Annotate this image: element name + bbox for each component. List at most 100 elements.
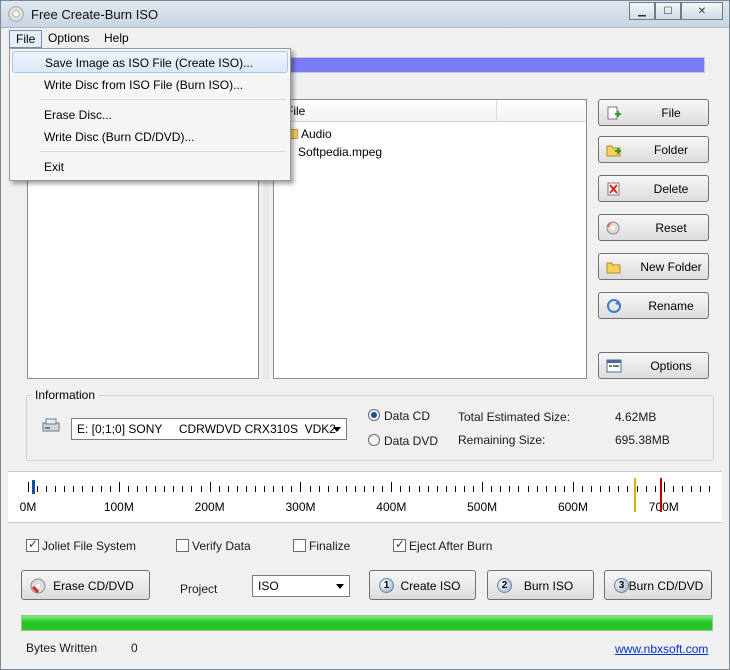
ruler-tick bbox=[354, 486, 356, 492]
title-bar[interactable]: Free Create-Burn ISO ▁ ☐ ✕ bbox=[1, 1, 729, 28]
erase-label: Erase CD/DVD bbox=[53, 579, 134, 593]
options-label: Options bbox=[650, 359, 692, 373]
ruler-tick bbox=[164, 486, 166, 492]
ruler-tick bbox=[409, 486, 411, 492]
capacity-marker bbox=[633, 478, 636, 512]
ruler-tick bbox=[118, 482, 120, 492]
ruler-tick bbox=[73, 486, 75, 492]
list-item[interactable]: Audio bbox=[286, 127, 332, 141]
total-size-value: 4.62MB bbox=[615, 410, 657, 424]
verify-label: Verify Data bbox=[192, 539, 251, 553]
create-iso-label: Create ISO bbox=[400, 579, 461, 593]
burn-cd-label: Burn CD/DVD bbox=[628, 579, 704, 593]
window-title: Free Create-Burn ISO bbox=[31, 7, 159, 22]
add-folder-button[interactable]: Folder bbox=[598, 136, 709, 163]
create-iso-button[interactable]: 1 Create ISO bbox=[369, 570, 476, 600]
file-column-header[interactable]: File bbox=[274, 100, 586, 122]
ruler-tick bbox=[55, 486, 57, 492]
website-link[interactable]: www.nbxsoft.com bbox=[615, 642, 708, 656]
file-menu-dropdown: Save Image as ISO File (Create ISO)... W… bbox=[9, 48, 291, 181]
ruler-tick bbox=[282, 486, 284, 492]
ruler-tick bbox=[37, 486, 39, 492]
data-dvd-radio[interactable] bbox=[368, 434, 380, 446]
menu-item-burn-disc[interactable]: Write Disc (Burn CD/DVD)... bbox=[12, 126, 288, 148]
ruler-tick bbox=[155, 486, 157, 492]
ruler-tick bbox=[709, 486, 711, 492]
add-folder-label: Folder bbox=[653, 143, 688, 157]
menu-file[interactable]: File bbox=[9, 30, 43, 48]
ruler-tick bbox=[427, 486, 429, 492]
ruler-tick bbox=[700, 486, 702, 492]
ruler-tick bbox=[500, 486, 502, 492]
options-button[interactable]: Options bbox=[598, 352, 709, 379]
ruler-tick bbox=[146, 486, 148, 492]
file-list-panel[interactable]: File Audio Softpedia.mpeg bbox=[273, 99, 587, 379]
menu-help[interactable]: Help bbox=[98, 30, 135, 48]
erase-button[interactable]: Erase CD/DVD bbox=[21, 570, 150, 600]
reset-label: Reset bbox=[655, 221, 687, 235]
ruler-tick bbox=[482, 482, 484, 492]
menu-bar: File Options Help bbox=[1, 28, 729, 48]
capacity-ruler: 0M 100M 200M 300M 400M 500M 600M 700M bbox=[8, 471, 722, 523]
ruler-tick bbox=[200, 486, 202, 492]
ruler-tick bbox=[572, 482, 574, 492]
new-folder-button[interactable]: New Folder bbox=[598, 253, 709, 280]
project-select[interactable]: ISO bbox=[252, 575, 350, 597]
menu-separator bbox=[40, 151, 286, 152]
new-folder-icon bbox=[606, 262, 621, 274]
finalize-label: Finalize bbox=[309, 539, 351, 553]
ruler-tick bbox=[454, 486, 456, 492]
list-item-label: Audio bbox=[301, 127, 332, 141]
ruler-tick bbox=[182, 486, 184, 492]
ruler-tick bbox=[264, 486, 266, 492]
burn-progress-bar bbox=[21, 615, 713, 631]
ruler-tick bbox=[691, 486, 693, 492]
ruler-tick bbox=[527, 486, 529, 492]
ruler-tick-label: 700M bbox=[648, 500, 679, 514]
finalize-checkbox[interactable] bbox=[293, 539, 306, 552]
joliet-checkbox[interactable] bbox=[26, 537, 39, 552]
information-legend: Information bbox=[32, 388, 99, 402]
options-window-icon bbox=[606, 359, 622, 373]
menu-item-create-iso[interactable]: Save Image as ISO File (Create ISO)... bbox=[12, 51, 288, 73]
project-label: Project bbox=[180, 582, 218, 596]
data-cd-radio[interactable] bbox=[368, 409, 380, 421]
list-item-label: Softpedia.mpeg bbox=[298, 145, 383, 159]
ruler-tick bbox=[645, 486, 647, 492]
ruler-tick-label: 200M bbox=[194, 500, 225, 514]
remaining-size-value: 695.38MB bbox=[615, 433, 670, 447]
drive-select[interactable]: E: [0;1;0] SONY CDRWDVD CRX310S VDK2 bbox=[71, 418, 347, 440]
eject-checkbox[interactable] bbox=[393, 537, 406, 552]
menu-item-exit[interactable]: Exit bbox=[12, 156, 288, 178]
ruler-tick bbox=[191, 486, 193, 492]
ruler-tick bbox=[400, 486, 402, 492]
burn-cd-button[interactable]: 3 Burn CD/DVD bbox=[604, 570, 712, 600]
ruler-tick bbox=[309, 486, 311, 492]
column-divider[interactable] bbox=[496, 100, 497, 122]
verify-checkbox[interactable] bbox=[176, 539, 189, 552]
ruler-tick bbox=[91, 486, 93, 492]
add-file-label: File bbox=[661, 106, 681, 120]
ruler-tick bbox=[463, 486, 465, 492]
maximize-button[interactable]: ☐ bbox=[655, 2, 681, 20]
menu-item-burn-iso[interactable]: Write Disc from ISO File (Burn ISO)... bbox=[12, 74, 288, 96]
app-window: Free Create-Burn ISO ▁ ☐ ✕ File Options … bbox=[0, 0, 730, 670]
close-button[interactable]: ✕ bbox=[681, 2, 723, 20]
ruler-tick bbox=[82, 486, 84, 492]
add-file-button[interactable]: File bbox=[598, 99, 709, 126]
ruler-tick bbox=[300, 482, 302, 492]
ruler-tick bbox=[291, 486, 293, 492]
rename-button[interactable]: Rename bbox=[598, 292, 709, 319]
current-size-indicator bbox=[32, 480, 36, 494]
reset-button[interactable]: Reset bbox=[598, 214, 709, 241]
list-item[interactable]: Softpedia.mpeg bbox=[286, 145, 382, 159]
delete-label: Delete bbox=[653, 182, 689, 196]
menu-options[interactable]: Options bbox=[42, 30, 95, 48]
burn-iso-button[interactable]: 2 Burn ISO bbox=[487, 570, 594, 600]
ruler-tick-label: 300M bbox=[285, 500, 316, 514]
delete-button[interactable]: Delete bbox=[598, 175, 709, 202]
delete-icon bbox=[607, 182, 620, 196]
minimize-button[interactable]: ▁ bbox=[629, 2, 655, 20]
reset-disc-icon bbox=[606, 221, 620, 235]
menu-item-erase-disc[interactable]: Erase Disc... bbox=[12, 104, 288, 126]
